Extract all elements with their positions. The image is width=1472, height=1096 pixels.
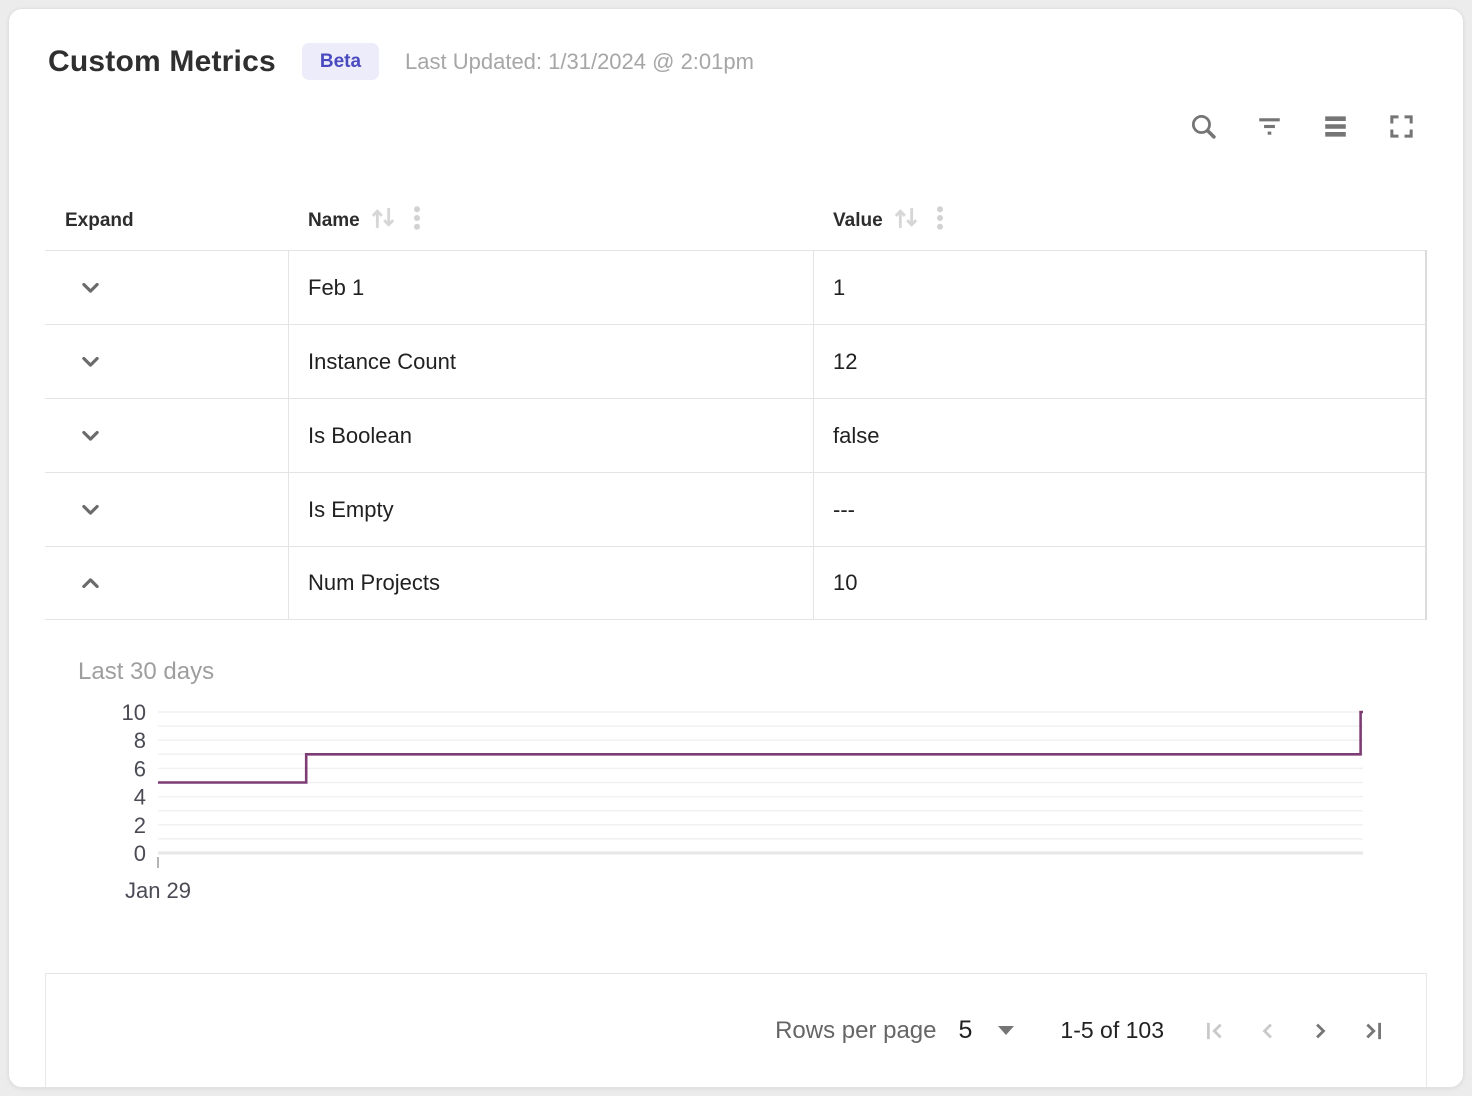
expand-toggle[interactable] <box>45 399 288 472</box>
metric-name: Feb 1 <box>308 275 364 301</box>
custom-metrics-card: Custom Metrics Beta Last Updated: 1/31/2… <box>8 8 1464 1088</box>
svg-text:6: 6 <box>134 756 146 781</box>
table-header-row: Expand Name Value <box>45 192 1427 250</box>
metric-name: Is Empty <box>308 497 394 523</box>
filter-button[interactable] <box>1243 106 1295 146</box>
pagination-controls <box>1190 1009 1398 1053</box>
rows-per-page-select[interactable]: 5 <box>959 1016 1015 1045</box>
metric-name: Is Boolean <box>308 423 412 449</box>
caret-down-icon <box>998 1026 1014 1035</box>
metric-chart: 0 2 4 6 8 10 Jan 29 <box>101 700 1421 905</box>
page-title: Custom Metrics <box>48 45 276 79</box>
svg-text:8: 8 <box>134 728 146 753</box>
metric-name-cell: Feb 1 <box>288 251 813 324</box>
svg-text:4: 4 <box>134 785 146 810</box>
density-button[interactable] <box>1309 106 1361 146</box>
first-page-button[interactable] <box>1190 1009 1242 1053</box>
metric-value-cell: --- <box>813 473 1425 546</box>
table-row: Feb 1 1 <box>45 250 1425 324</box>
fullscreen-icon <box>1387 112 1416 141</box>
last-updated-text: Last Updated: 1/31/2024 @ 2:01pm <box>405 49 754 75</box>
search-button[interactable] <box>1177 106 1229 146</box>
column-header-name[interactable]: Name <box>288 201 813 241</box>
metric-value-cell: 12 <box>813 325 1425 398</box>
table-row: Is Empty --- <box>45 472 1425 546</box>
metric-name-cell: Is Boolean <box>288 399 813 472</box>
chart-title: Last 30 days <box>78 658 1427 686</box>
table-body: Feb 1 1 Instance Count 12 <box>45 250 1427 620</box>
svg-text:0: 0 <box>134 841 146 866</box>
rows-per-page-label: Rows per page <box>775 1017 936 1045</box>
chevron-right-icon <box>1306 1017 1334 1045</box>
beta-badge: Beta <box>302 43 379 80</box>
metric-value-cell: 10 <box>813 547 1425 619</box>
column-label: Value <box>833 210 883 232</box>
pagination-range: 1-5 of 103 <box>1060 1017 1164 1044</box>
svg-text:2: 2 <box>134 813 146 838</box>
fullscreen-button[interactable] <box>1375 106 1427 146</box>
metric-name-cell: Is Empty <box>288 473 813 546</box>
metric-value: 10 <box>833 570 857 596</box>
metric-value: false <box>833 423 879 449</box>
chevron-left-icon <box>1254 1017 1282 1045</box>
svg-text:Jan 29: Jan 29 <box>125 878 191 903</box>
column-label: Name <box>308 210 360 232</box>
column-header-expand: Expand <box>45 210 288 232</box>
chart-container: 0 2 4 6 8 10 Jan 29 <box>101 700 1427 905</box>
column-menu-icon[interactable] <box>406 203 428 239</box>
rows-per-page-value: 5 <box>959 1016 973 1045</box>
metrics-table: Expand Name Value <box>45 192 1427 620</box>
expand-toggle[interactable] <box>45 473 288 546</box>
search-icon <box>1189 112 1218 141</box>
column-label: Expand <box>65 210 134 232</box>
previous-page-button[interactable] <box>1242 1009 1294 1053</box>
chevron-down-icon <box>76 273 105 302</box>
chevron-down-icon <box>76 495 105 524</box>
card-header: Custom Metrics Beta Last Updated: 1/31/2… <box>48 43 1427 80</box>
metric-value-cell: 1 <box>813 251 1425 324</box>
chevron-up-icon <box>76 569 105 598</box>
sort-icon[interactable] <box>889 201 923 241</box>
svg-text:10: 10 <box>122 700 146 725</box>
filter-icon <box>1255 112 1284 141</box>
metric-value: --- <box>833 497 855 523</box>
metric-value: 1 <box>833 275 845 301</box>
expand-toggle[interactable] <box>45 251 288 324</box>
expand-toggle[interactable] <box>45 547 288 619</box>
first-page-icon <box>1202 1017 1230 1045</box>
table-toolbar <box>45 106 1427 146</box>
table-row: Num Projects 10 <box>45 546 1425 620</box>
last-page-button[interactable] <box>1346 1009 1398 1053</box>
metric-value-cell: false <box>813 399 1425 472</box>
expand-toggle[interactable] <box>45 325 288 398</box>
chevron-down-icon <box>76 421 105 450</box>
metric-name: Num Projects <box>308 570 440 596</box>
column-menu-icon[interactable] <box>929 203 951 239</box>
last-page-icon <box>1358 1017 1386 1045</box>
sort-icon[interactable] <box>366 201 400 241</box>
metric-name: Instance Count <box>308 349 456 375</box>
density-icon <box>1321 112 1350 141</box>
metric-value: 12 <box>833 349 857 375</box>
table-row: Instance Count 12 <box>45 324 1425 398</box>
chevron-down-icon <box>76 347 105 376</box>
table-footer: Rows per page 5 1-5 of 103 <box>45 973 1427 1087</box>
table-row: Is Boolean false <box>45 398 1425 472</box>
next-page-button[interactable] <box>1294 1009 1346 1053</box>
metric-name-cell: Instance Count <box>288 325 813 398</box>
metric-name-cell: Num Projects <box>288 547 813 619</box>
column-header-value[interactable]: Value <box>813 201 1427 241</box>
